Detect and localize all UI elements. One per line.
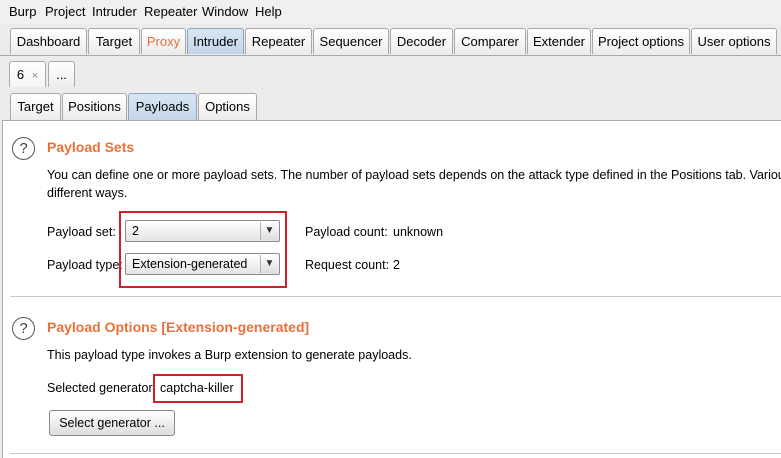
request-count-value: 2 <box>393 258 400 272</box>
help-icon[interactable]: ? <box>12 137 35 160</box>
help-icon[interactable]: ? <box>12 317 35 340</box>
tab-dashboard[interactable]: Dashboard <box>10 28 87 54</box>
attack-tab-6[interactable]: 6 × <box>9 61 46 87</box>
select-generator-button[interactable]: Select generator ... <box>49 410 175 436</box>
highlight-box-generator <box>153 374 243 403</box>
new-attack-tab-button[interactable]: ... <box>48 61 75 87</box>
tab-extender[interactable]: Extender <box>527 28 591 54</box>
highlight-box-payload-settings <box>119 211 287 288</box>
request-count-label: Request count: <box>305 258 390 272</box>
close-icon[interactable]: × <box>32 70 38 82</box>
payload-set-label: Payload set: <box>47 225 116 239</box>
main-tab-bar: Dashboard Target Proxy Intruder Repeater… <box>0 26 781 56</box>
menu-window[interactable]: Window <box>202 4 248 19</box>
tab-divider <box>0 55 781 56</box>
payload-sets-description-cont: different ways. <box>47 186 128 200</box>
payload-sets-description: You can define one or more payload sets.… <box>47 168 781 182</box>
tab-repeater[interactable]: Repeater <box>245 28 312 54</box>
tab-user-options[interactable]: User options <box>691 28 777 54</box>
menu-repeater[interactable]: Repeater <box>144 4 197 19</box>
subtab-target[interactable]: Target <box>10 93 61 120</box>
payload-options-title: Payload Options [Extension-generated] <box>47 319 310 335</box>
tab-target[interactable]: Target <box>88 28 140 54</box>
section-divider-bottom <box>10 453 781 454</box>
payload-options-description: This payload type invokes a Burp extensi… <box>47 348 412 362</box>
menu-bar: Burp Project Intruder Repeater Window He… <box>0 0 781 24</box>
tab-comparer[interactable]: Comparer <box>454 28 526 54</box>
subtab-options[interactable]: Options <box>198 93 257 120</box>
attack-tab-label: 6 <box>16 67 25 82</box>
payload-count-label: Payload count: <box>305 225 388 239</box>
subtab-positions[interactable]: Positions <box>62 93 127 120</box>
menu-intruder[interactable]: Intruder <box>92 4 137 19</box>
tab-project-options[interactable]: Project options <box>592 28 690 54</box>
menu-help[interactable]: Help <box>255 4 282 19</box>
menu-burp[interactable]: Burp <box>9 4 36 19</box>
payload-sets-title: Payload Sets <box>47 139 135 155</box>
tab-sequencer[interactable]: Sequencer <box>313 28 389 54</box>
subtab-payloads[interactable]: Payloads <box>128 93 197 120</box>
payload-type-label: Payload type: <box>47 258 123 272</box>
selected-generator-label: Selected generator: <box>47 381 157 395</box>
payload-count-value: unknown <box>393 225 444 239</box>
menu-project[interactable]: Project <box>45 4 85 19</box>
tab-proxy[interactable]: Proxy <box>141 28 186 54</box>
tab-decoder[interactable]: Decoder <box>390 28 453 54</box>
section-divider <box>10 296 781 297</box>
tab-intruder[interactable]: Intruder <box>187 28 244 54</box>
